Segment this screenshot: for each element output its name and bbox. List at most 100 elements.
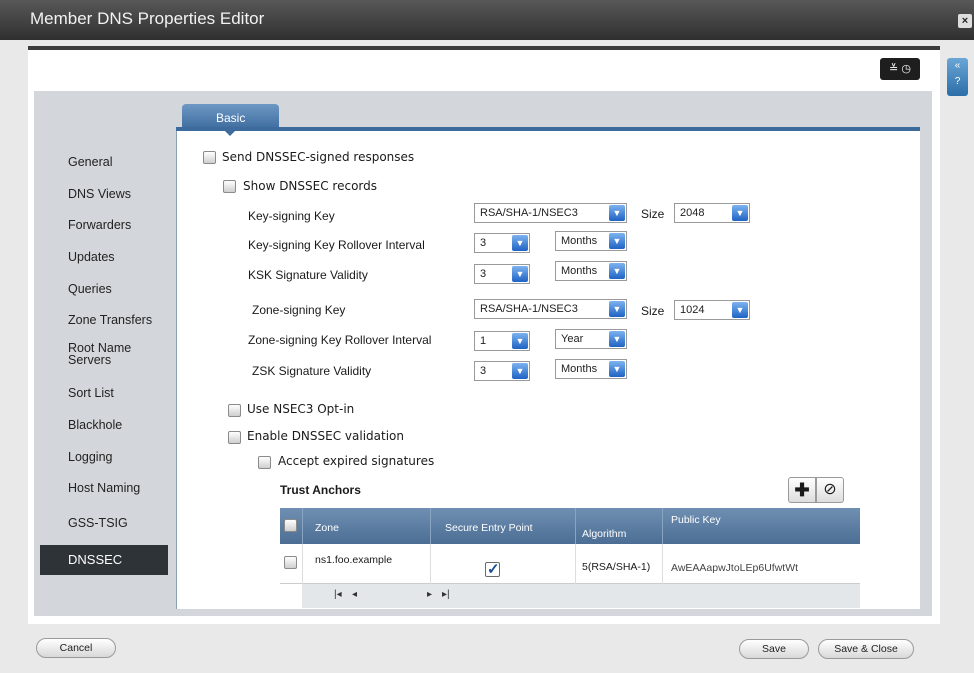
chevron-down-icon[interactable]: ▼: [609, 205, 625, 221]
prev-page-icon[interactable]: ◂: [352, 589, 357, 600]
ksk-size-label: Size: [641, 207, 665, 221]
add-icon[interactable]: ✚: [788, 477, 816, 503]
column-header-secure-entry-point[interactable]: Secure Entry Point: [430, 508, 575, 544]
nsec3-optin-label: Use NSEC3 Opt-in: [247, 402, 355, 416]
nav-item-blackhole[interactable]: Blackhole: [68, 418, 122, 432]
select-all-checkbox[interactable]: [284, 519, 297, 532]
zsk-size-value: 1024: [680, 304, 705, 316]
row-algorithm: 5(RSA/SHA-1): [575, 544, 662, 584]
tab-indicator: [224, 130, 236, 136]
row-public-key: AwEAAapwJtoLEp6UfwtWt: [662, 544, 860, 584]
chevron-down-icon[interactable]: ▼: [512, 266, 528, 282]
zsk-rollover-label: Zone-signing Key Rollover Interval: [248, 333, 432, 347]
row-zone: ns1.foo.example: [302, 544, 430, 584]
zsk-label: Zone-signing Key: [252, 303, 346, 317]
nav-item-general[interactable]: General: [68, 155, 112, 169]
ksk-rollover-label: Key-signing Key Rollover Interval: [248, 238, 425, 252]
chevron-down-icon[interactable]: ▼: [609, 331, 625, 347]
nav-item-updates[interactable]: Updates: [68, 250, 115, 264]
accept-expired-checkbox[interactable]: [258, 456, 271, 469]
chevron-down-icon[interactable]: ▼: [609, 361, 625, 377]
chevron-down-icon[interactable]: ▼: [512, 235, 528, 251]
remove-icon[interactable]: ⊘: [816, 477, 844, 503]
ksk-algorithm-select[interactable]: RSA/SHA-1/NSEC3 ▼: [474, 203, 627, 223]
next-page-icon[interactable]: ▸: [427, 589, 432, 600]
column-header-zone[interactable]: Zone: [302, 508, 430, 544]
zsk-algorithm-select[interactable]: RSA/SHA-1/NSEC3 ▼: [474, 299, 627, 319]
zsk-rollover-unit-select[interactable]: Year ▼: [555, 329, 627, 349]
nav-item-host-naming[interactable]: Host Naming: [68, 481, 140, 495]
column-header-public-key[interactable]: Public Key: [662, 508, 860, 544]
send-dnssec-label: Send DNSSEC-signed responses: [222, 150, 415, 164]
chevron-down-icon[interactable]: ▼: [512, 333, 528, 349]
last-page-icon[interactable]: ▸|: [442, 589, 450, 600]
tab-underline: [176, 127, 920, 131]
chevron-down-icon[interactable]: ▼: [609, 263, 625, 279]
nav-item-logging[interactable]: Logging: [68, 450, 113, 464]
grid-header: Zone Secure Entry Point Algorithm Public…: [280, 508, 860, 544]
ksk-algorithm-value: RSA/SHA-1/NSEC3: [480, 207, 578, 219]
enable-validation-checkbox[interactable]: [228, 431, 241, 444]
nav-item-sort-list[interactable]: Sort List: [68, 386, 114, 400]
zsk-rollover-value-select[interactable]: 1 ▼: [474, 331, 530, 351]
save-button[interactable]: Save: [739, 639, 809, 659]
nav-item-queries[interactable]: Queries: [68, 282, 112, 296]
ksk-validity-label: KSK Signature Validity: [248, 268, 368, 282]
ksk-rollover-unit: Months: [561, 235, 598, 247]
ksk-validity-value: 3: [480, 268, 487, 280]
accept-expired-label: Accept expired signatures: [278, 454, 435, 468]
close-icon[interactable]: ×: [958, 14, 972, 28]
chevron-down-icon[interactable]: ▼: [732, 205, 748, 221]
zsk-validity-unit: Months: [561, 363, 598, 375]
chevron-down-icon[interactable]: ▼: [512, 363, 528, 379]
nav-item-gss-tsig[interactable]: GSS-TSIG: [68, 516, 128, 530]
collapse-icon[interactable]: ≚: [889, 63, 898, 75]
ksk-rollover-unit-select[interactable]: Months ▼: [555, 231, 627, 251]
zsk-size-select[interactable]: 1024 ▼: [674, 300, 750, 320]
chevron-down-icon[interactable]: ▼: [609, 301, 625, 317]
nav-item-forwarders[interactable]: Forwarders: [68, 218, 131, 232]
first-page-icon[interactable]: |◂: [334, 589, 342, 600]
zsk-size-label: Size: [641, 304, 665, 318]
zsk-validity-label: ZSK Signature Validity: [252, 364, 372, 378]
trust-anchors-grid: Zone Secure Entry Point Algorithm Public…: [280, 508, 860, 608]
ksk-size-value: 2048: [680, 207, 705, 219]
ksk-validity-value-select[interactable]: 3 ▼: [474, 264, 530, 284]
show-dnssec-checkbox[interactable]: [223, 180, 236, 193]
zsk-validity-value: 3: [480, 365, 487, 377]
window-title: Member DNS Properties Editor: [30, 9, 265, 28]
trust-anchors-title: Trust Anchors: [280, 483, 361, 497]
toolbar: ≚ ◷: [880, 58, 920, 80]
send-dnssec-checkbox[interactable]: [203, 151, 216, 164]
ksk-label: Key-signing Key: [248, 209, 335, 223]
double-chevron-left-icon[interactable]: «: [947, 58, 968, 74]
chevron-down-icon[interactable]: ▼: [609, 233, 625, 249]
ksk-validity-unit-select[interactable]: Months ▼: [555, 261, 627, 281]
nav-item-zone-transfers[interactable]: Zone Transfers: [68, 313, 152, 327]
table-row[interactable]: ns1.foo.example 5(RSA/SHA-1) AwEAAapwJto…: [280, 544, 860, 584]
history-icon[interactable]: ◷: [901, 63, 911, 75]
help-icon[interactable]: ?: [947, 74, 968, 90]
checkmark-icon[interactable]: [485, 560, 500, 578]
ksk-validity-unit: Months: [561, 265, 598, 277]
zsk-rollover-value: 1: [480, 335, 487, 347]
nav-item-dns-views[interactable]: DNS Views: [68, 187, 131, 201]
ksk-size-select[interactable]: 2048 ▼: [674, 203, 750, 223]
ksk-rollover-value: 3: [480, 237, 487, 249]
cancel-button[interactable]: Cancel: [36, 638, 116, 658]
chevron-down-icon[interactable]: ▼: [732, 302, 748, 318]
row-secure-entry-point: [430, 544, 575, 584]
zsk-validity-value-select[interactable]: 3 ▼: [474, 361, 530, 381]
column-header-algorithm[interactable]: Algorithm: [575, 508, 662, 544]
zsk-validity-unit-select[interactable]: Months ▼: [555, 359, 627, 379]
nav-item-root-name-servers[interactable]: Root Name Servers: [68, 342, 163, 367]
grid-pager: |◂ ◂ ▸ ▸|: [302, 584, 860, 608]
row-checkbox[interactable]: [284, 556, 297, 569]
ksk-rollover-value-select[interactable]: 3 ▼: [474, 233, 530, 253]
save-close-button[interactable]: Save & Close: [818, 639, 914, 659]
nsec3-optin-checkbox[interactable]: [228, 404, 241, 417]
side-panel-toggle[interactable]: « ?: [947, 58, 968, 96]
nav-item-dnssec[interactable]: DNSSEC: [40, 545, 168, 575]
title-bar: Member DNS Properties Editor ×: [0, 0, 974, 40]
show-dnssec-label: Show DNSSEC records: [243, 179, 378, 193]
